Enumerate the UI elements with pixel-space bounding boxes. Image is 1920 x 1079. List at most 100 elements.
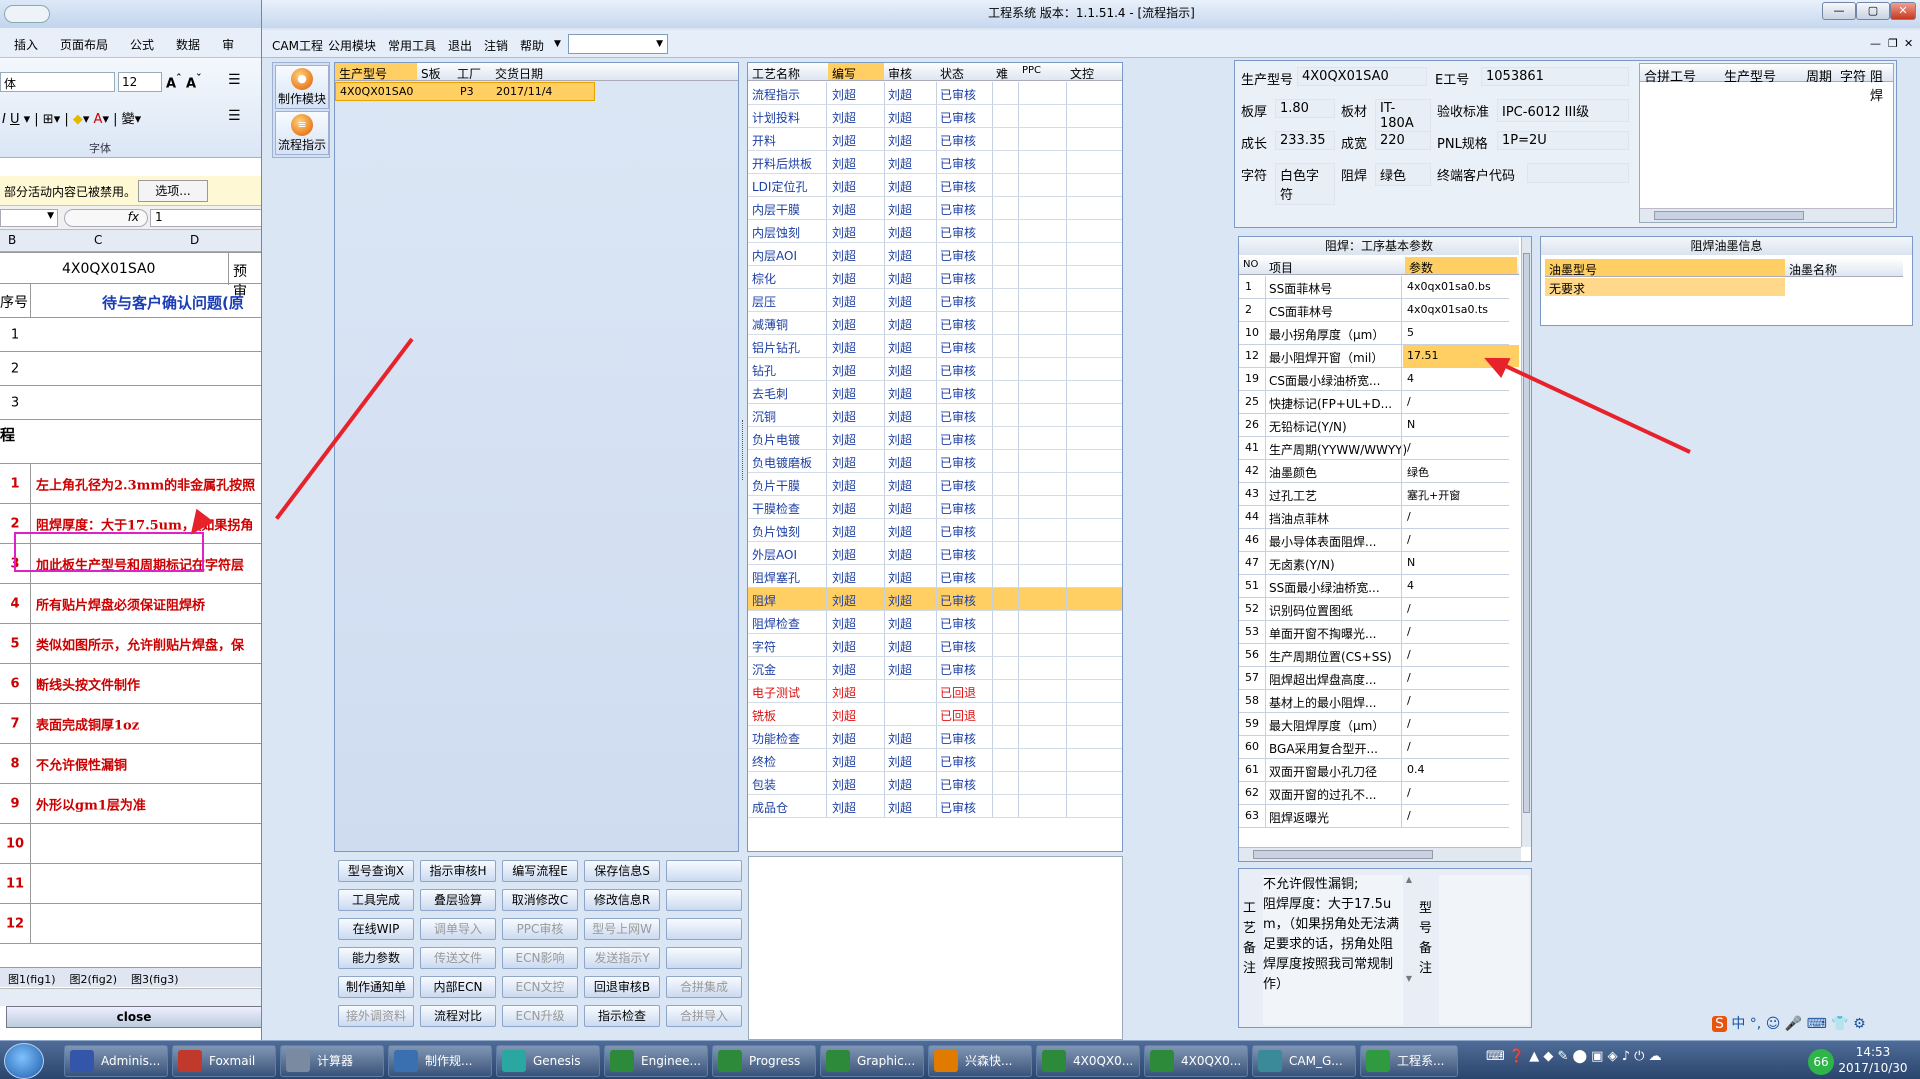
- param-row[interactable]: 2 CS面菲林号 4x0qx01sa0.ts: [1239, 299, 1509, 322]
- toolbar-combo[interactable]: ▼: [568, 34, 668, 54]
- process-row[interactable]: 沉铜 刘超 刘超 已审核: [748, 404, 1122, 427]
- param-hscrollbar[interactable]: [1239, 847, 1521, 861]
- char-field[interactable]: 白色字符: [1275, 163, 1335, 205]
- action-button[interactable]: 回退审核B: [584, 976, 660, 998]
- action-button[interactable]: 编写流程E: [502, 860, 578, 882]
- name-box[interactable]: ▼: [0, 209, 58, 227]
- action-button[interactable]: 制作通知单: [338, 976, 414, 998]
- clock[interactable]: 14:53 2017/10/30: [1830, 1044, 1916, 1076]
- process-row[interactable]: 负电镀磨板 刘超 刘超 已审核: [748, 450, 1122, 473]
- process-row[interactable]: 内层干膜 刘超 刘超 已审核: [748, 197, 1122, 220]
- process-row[interactable]: 功能检查 刘超 刘超 已审核: [748, 726, 1122, 749]
- grow-font-icon[interactable]: Aˆ Aˇ: [166, 72, 202, 91]
- param-row[interactable]: 44 挡油点菲林 /: [1239, 506, 1509, 529]
- sheet-tab-fig2[interactable]: 图2(fig2): [70, 971, 118, 987]
- action-button[interactable]: 型号查询X: [338, 860, 414, 882]
- issue-row[interactable]: 12: [0, 904, 261, 944]
- format-toolbar[interactable]: I U ▾ | ⊞▾ | ◆▾ A▾ | 變▾: [2, 108, 141, 127]
- ribbon-tab-review[interactable]: 审: [222, 36, 234, 53]
- process-row[interactable]: 沉金 刘超 刘超 已审核: [748, 657, 1122, 680]
- minimize-button[interactable]: —: [1822, 2, 1856, 20]
- col-writer[interactable]: 编写: [828, 63, 884, 81]
- col-header-b[interactable]: B: [8, 233, 16, 247]
- process-row[interactable]: 阻焊检查 刘超 刘超 已审核: [748, 611, 1122, 634]
- taskbar-item[interactable]: 制作规...: [388, 1045, 492, 1077]
- param-vscrollbar[interactable]: [1521, 237, 1531, 847]
- material-field[interactable]: IT-180A: [1375, 99, 1431, 133]
- issue-row[interactable]: 9 外形以gm1层为准: [0, 784, 261, 824]
- param-row[interactable]: 19 CS面最小绿油桥宽... 4: [1239, 368, 1509, 391]
- issue-row[interactable]: 1 左上角孔径为2.3mm的非金属孔按照: [0, 464, 261, 504]
- maximize-button[interactable]: ▢: [1856, 2, 1890, 20]
- system-tray[interactable]: ⌨ ❓ ▲ ◆ ✎ ⬤ ▣ ◈ ♪ ⏻ ☁: [1486, 1049, 1816, 1073]
- action-button[interactable]: PPC审核: [502, 918, 578, 940]
- menu-public[interactable]: 公用模块: [328, 37, 376, 54]
- param-row[interactable]: 56 生产周期位置(CS+SS) /: [1239, 644, 1509, 667]
- model-row[interactable]: 4X0QX01SA0 P3 2017/11/4: [335, 82, 595, 101]
- action-button[interactable]: 在线WIP: [338, 918, 414, 940]
- action-button[interactable]: [666, 889, 742, 911]
- param-row[interactable]: 46 最小导体表面阻焊... /: [1239, 529, 1509, 552]
- col-factory[interactable]: 工厂: [457, 65, 481, 82]
- process-row[interactable]: 铣板 刘超 已回退: [748, 703, 1122, 726]
- eng-no-field[interactable]: 1053861: [1481, 67, 1629, 86]
- menu-exit[interactable]: 退出: [448, 37, 472, 54]
- process-row[interactable]: 字符 刘超 刘超 已审核: [748, 634, 1122, 657]
- issue-row[interactable]: 7 表面完成铜厚1oz: [0, 704, 261, 744]
- process-row[interactable]: 外层AOI 刘超 刘超 已审核: [748, 542, 1122, 565]
- splitter-handle[interactable]: [742, 420, 746, 480]
- sheet-row[interactable]: 1: [0, 318, 261, 352]
- process-row[interactable]: 钻孔 刘超 刘超 已审核: [748, 358, 1122, 381]
- param-row[interactable]: 57 阻焊超出焊盘高度... /: [1239, 667, 1509, 690]
- sheet-tab-fig3[interactable]: 图3(fig3): [131, 971, 179, 987]
- sheet-row[interactable]: 3: [0, 386, 261, 420]
- process-row[interactable]: 流程指示 刘超 刘超 已审核: [748, 82, 1122, 105]
- ribbon-tab-formula[interactable]: 公式: [130, 36, 154, 53]
- merge-scrollbar[interactable]: [1640, 208, 1893, 222]
- sheet-header-row[interactable]: 序号 待与客户确认问题(原: [0, 284, 261, 318]
- menu-cam[interactable]: CAM工程: [272, 37, 323, 54]
- action-button[interactable]: 接外调资料: [338, 1005, 414, 1027]
- sheet-row[interactable]: 2: [0, 352, 261, 386]
- process-row[interactable]: 阻焊 刘超 刘超 已审核: [748, 588, 1122, 611]
- taskbar-item[interactable]: Graphic...: [820, 1045, 924, 1077]
- taskbar-item[interactable]: CAM_G...: [1252, 1045, 1356, 1077]
- process-row[interactable]: 负片电镀 刘超 刘超 已审核: [748, 427, 1122, 450]
- taskbar-item[interactable]: 工程系...: [1360, 1045, 1458, 1077]
- indent-icon[interactable]: ☰: [228, 108, 241, 124]
- col-delivery[interactable]: 交货日期: [495, 65, 543, 82]
- font-name-select[interactable]: 体: [0, 72, 115, 92]
- issue-row[interactable]: 11: [0, 864, 261, 904]
- col-model[interactable]: 生产型号: [335, 63, 417, 81]
- param-row[interactable]: 1 SS面菲林号 4x0qx01sa0.bs: [1239, 276, 1509, 299]
- help-dropdown-icon[interactable]: ▼: [554, 39, 561, 49]
- sheet-tab-fig1[interactable]: 图1(fig1): [8, 971, 56, 987]
- action-button[interactable]: 流程对比: [420, 1005, 496, 1027]
- note-scroll-arrows[interactable]: ▲ ▼: [1405, 875, 1413, 1021]
- col-doc-control[interactable]: 文控: [1070, 65, 1094, 82]
- taskbar-item[interactable]: 兴森快...: [928, 1045, 1032, 1077]
- pre-cell[interactable]: 预审: [228, 253, 261, 300]
- standard-field[interactable]: IPC-6012 III级: [1497, 99, 1629, 122]
- align-icon[interactable]: ☰: [228, 72, 241, 88]
- action-button[interactable]: [666, 947, 742, 969]
- process-guide-button[interactable]: ≡ 流程指示: [275, 111, 329, 155]
- action-button[interactable]: ECN文控: [502, 976, 578, 998]
- model-note-text[interactable]: [1439, 875, 1529, 1025]
- process-row[interactable]: 棕化 刘超 刘超 已审核: [748, 266, 1122, 289]
- action-button[interactable]: 指示检查: [584, 1005, 660, 1027]
- process-row[interactable]: 去毛刺 刘超 刘超 已审核: [748, 381, 1122, 404]
- param-row[interactable]: 63 阻焊返曝光 /: [1239, 805, 1509, 828]
- mdi-minimize-icon[interactable]: —: [1870, 37, 1881, 50]
- process-row[interactable]: 电子测试 刘超 已回退: [748, 680, 1122, 703]
- param-row[interactable]: 58 基材上的最小阻焊... /: [1239, 690, 1509, 713]
- col-reviewer[interactable]: 审核: [888, 65, 912, 82]
- action-button[interactable]: 合拼集成: [666, 976, 742, 998]
- thickness-field[interactable]: 1.80: [1275, 99, 1335, 118]
- taskbar-item[interactable]: Adminis...: [64, 1045, 168, 1077]
- action-button[interactable]: 内部ECN: [420, 976, 496, 998]
- ribbon-tab-data[interactable]: 数据: [176, 36, 200, 53]
- window-close-button[interactable]: ✕: [1890, 2, 1916, 20]
- action-button[interactable]: 叠层验算: [420, 889, 496, 911]
- process-row[interactable]: 铝片钻孔 刘超 刘超 已审核: [748, 335, 1122, 358]
